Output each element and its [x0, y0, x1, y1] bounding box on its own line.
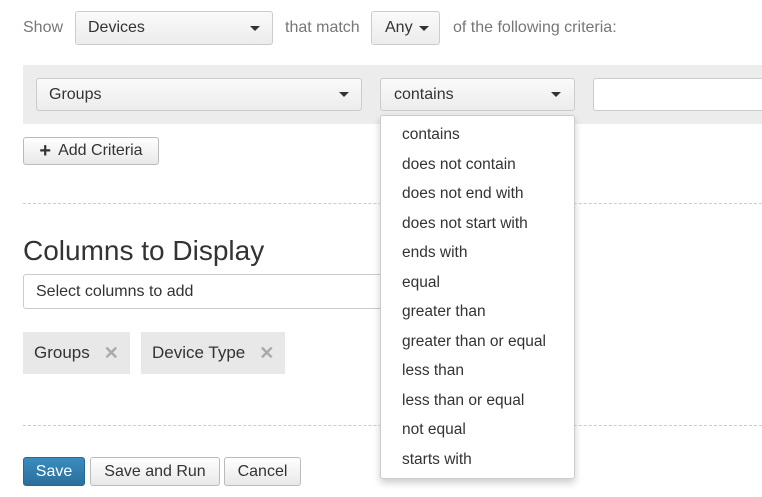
- chevron-down-icon: [419, 25, 429, 31]
- match-label: that match: [285, 19, 360, 36]
- cancel-button[interactable]: Cancel: [224, 457, 301, 486]
- operator-option[interactable]: starts with: [381, 445, 574, 475]
- chevron-down-icon: [250, 25, 260, 31]
- operator-option[interactable]: contains: [381, 120, 574, 150]
- operator-option[interactable]: ends with: [381, 238, 574, 268]
- operator-option[interactable]: greater than or equal: [381, 327, 574, 357]
- criteria-operator-value: contains: [394, 85, 454, 103]
- match-value: Any: [385, 19, 413, 36]
- chevron-down-icon: [551, 92, 561, 97]
- criteria-operator-select[interactable]: contains: [380, 78, 575, 111]
- save-button[interactable]: Save: [23, 457, 85, 486]
- columns-select-input[interactable]: Select columns to add: [23, 274, 423, 309]
- save-and-run-button[interactable]: Save and Run: [90, 457, 220, 486]
- columns-title: Columns to Display: [23, 235, 265, 266]
- add-criteria-button[interactable]: + Add Criteria: [23, 137, 159, 165]
- operator-option[interactable]: equal: [381, 268, 574, 298]
- operator-option[interactable]: does not end with: [381, 179, 574, 209]
- chip-label: Device Type: [152, 343, 246, 362]
- operator-option[interactable]: does not contain: [381, 150, 574, 180]
- criteria-field-value: Groups: [49, 85, 102, 103]
- remove-icon[interactable]: ✕: [259, 343, 274, 364]
- match-select[interactable]: Any: [371, 11, 440, 45]
- operator-option[interactable]: less than or equal: [381, 386, 574, 416]
- column-chip: Groups ✕: [23, 332, 130, 374]
- add-criteria-label: Add Criteria: [58, 142, 143, 159]
- show-label: Show: [23, 19, 64, 36]
- entity-select[interactable]: Devices: [75, 11, 273, 45]
- operator-option[interactable]: greater than: [381, 297, 574, 327]
- criteria-value-input[interactable]: [593, 78, 762, 111]
- entity-value: Devices: [88, 19, 145, 36]
- remove-icon[interactable]: ✕: [104, 343, 119, 364]
- criteria-field-select[interactable]: Groups: [36, 78, 362, 111]
- column-chip: Device Type ✕: [141, 332, 286, 374]
- operator-option[interactable]: does not start with: [381, 209, 574, 239]
- plus-icon: +: [39, 140, 52, 162]
- chevron-down-icon: [339, 92, 349, 97]
- criteria-suffix: of the following criteria:: [453, 19, 617, 36]
- chip-label: Groups: [34, 343, 90, 362]
- operator-option[interactable]: less than: [381, 356, 574, 386]
- operator-option[interactable]: not equal: [381, 415, 574, 445]
- operator-dropdown-menu: contains does not contain does not end wit…: [380, 115, 575, 479]
